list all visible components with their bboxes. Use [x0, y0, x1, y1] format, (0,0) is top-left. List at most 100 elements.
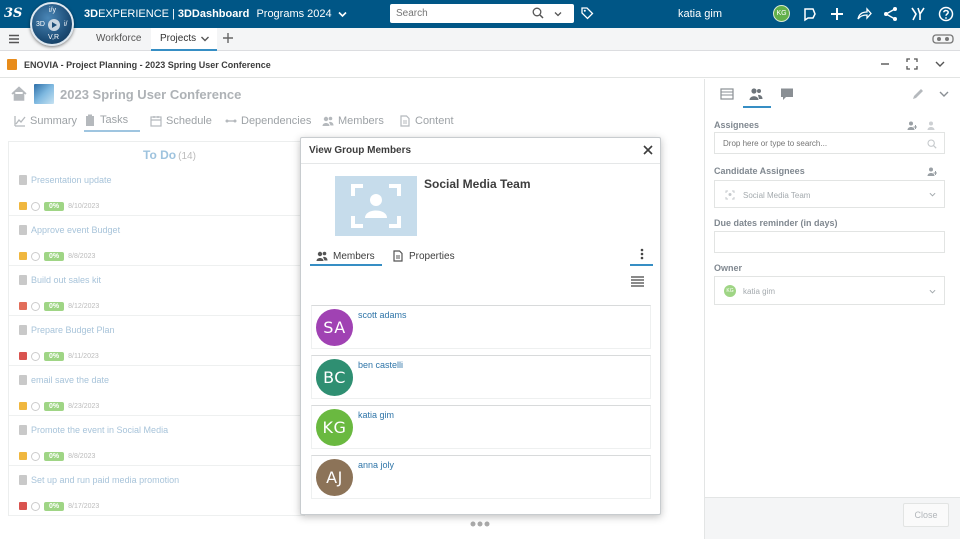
- owner-field[interactable]: KG katia gim: [714, 276, 945, 305]
- clipboard-icon: [86, 114, 94, 126]
- dashboard-rest: Dashboard: [191, 8, 250, 20]
- tab-dependencies-label: Dependencies: [241, 115, 312, 127]
- compass-button[interactable]: i/y 3D i/ V,R: [30, 2, 74, 46]
- table-icon[interactable]: [720, 87, 734, 101]
- search-box[interactable]: [390, 4, 574, 23]
- edit-icon[interactable]: [911, 87, 925, 101]
- tab-group-members[interactable]: Members: [316, 246, 375, 266]
- task-card[interactable]: Build out sales kit 0% 8/12/2023: [9, 266, 305, 316]
- member-name[interactable]: katia gim: [358, 410, 394, 420]
- chevron-down-icon[interactable]: [929, 191, 936, 198]
- more-options-icon[interactable]: [636, 247, 648, 261]
- remove-person-icon[interactable]: [927, 121, 937, 130]
- search-icon[interactable]: [927, 139, 937, 149]
- member-name[interactable]: anna joly: [358, 460, 394, 470]
- close-icon[interactable]: [642, 144, 654, 156]
- assignees-field[interactable]: [714, 132, 945, 154]
- due-reminder-field[interactable]: [714, 231, 945, 253]
- group-thumbnail: [335, 176, 417, 236]
- people-icon: [316, 251, 328, 261]
- task-title[interactable]: Prepare Budget Plan: [31, 325, 115, 335]
- home-icon[interactable]: [11, 86, 27, 101]
- apps-tools-icon[interactable]: [910, 6, 926, 22]
- search-icon[interactable]: [532, 7, 544, 19]
- vr-glasses-icon[interactable]: [932, 33, 954, 45]
- due-reminder-label: Due dates reminder (in days): [714, 218, 838, 228]
- share-arrow-icon[interactable]: [856, 6, 872, 22]
- member-name[interactable]: ben castelli: [358, 360, 403, 370]
- task-title[interactable]: email save the date: [31, 375, 109, 385]
- task-status-icon: [19, 452, 27, 460]
- task-title[interactable]: Set up and run paid media promotion: [31, 475, 179, 485]
- member-name[interactable]: scott adams: [358, 310, 407, 320]
- task-card[interactable]: Prepare Budget Plan 0% 8/11/2023: [9, 316, 305, 366]
- user-avatar[interactable]: KG: [773, 5, 790, 22]
- tab-dependencies[interactable]: Dependencies: [225, 110, 311, 132]
- link-icon: [225, 119, 237, 123]
- hamburger-menu-icon[interactable]: [8, 33, 20, 45]
- tab-schedule[interactable]: Schedule: [150, 110, 212, 132]
- task-card[interactable]: email save the date 0% 8/23/2023: [9, 366, 305, 416]
- candidate-assignees-field[interactable]: Social Media Team: [714, 180, 945, 208]
- assignees-search-input[interactable]: [723, 139, 913, 148]
- compass-label-top: i/y: [49, 7, 56, 14]
- tab-tasks[interactable]: Tasks: [84, 110, 140, 132]
- chat-icon[interactable]: [780, 87, 794, 101]
- tab-workforce[interactable]: Workforce: [96, 33, 141, 44]
- task-card[interactable]: Set up and run paid media promotion 0% 8/1…: [9, 466, 305, 516]
- tab-group-properties-label: Properties: [409, 250, 455, 262]
- network-share-icon[interactable]: [883, 6, 899, 22]
- tab-summary[interactable]: Summary: [14, 110, 77, 132]
- tab-group-properties[interactable]: Properties: [392, 246, 455, 266]
- task-icon: [19, 475, 27, 485]
- play-icon[interactable]: [48, 19, 60, 31]
- tab-content[interactable]: Content: [399, 110, 454, 132]
- add-person-icon[interactable]: [907, 121, 917, 130]
- add-tab-icon[interactable]: [222, 32, 234, 44]
- chevron-down-icon[interactable]: [553, 9, 563, 19]
- task-title[interactable]: Build out sales kit: [31, 275, 101, 285]
- tab-projects-label: Projects: [160, 33, 197, 44]
- dashboard-name[interactable]: Programs 2024: [256, 8, 331, 20]
- drag-handle-icon[interactable]: [470, 520, 490, 528]
- member-row[interactable]: AJ anna joly: [311, 455, 651, 499]
- close-button[interactable]: Close: [903, 503, 949, 527]
- member-row[interactable]: BC ben castelli: [311, 355, 651, 399]
- member-row[interactable]: KG katia gim: [311, 405, 651, 449]
- chevron-down-icon[interactable]: [929, 288, 936, 295]
- todo-heading-label: To Do: [143, 148, 177, 162]
- task-title[interactable]: Presentation update: [31, 175, 112, 185]
- help-icon[interactable]: [938, 6, 954, 22]
- due-reminder-input[interactable]: [723, 238, 913, 247]
- chevron-down-icon[interactable]: [338, 11, 347, 18]
- tag-icon[interactable]: [580, 6, 594, 20]
- task-title[interactable]: Approve event Budget: [31, 225, 120, 235]
- task-icon: [19, 175, 27, 185]
- enovia-app-icon: [7, 59, 17, 70]
- plus-icon[interactable]: [829, 6, 845, 22]
- task-icon: [19, 325, 27, 335]
- list-view-icon[interactable]: [630, 275, 645, 289]
- people-icon[interactable]: [749, 87, 763, 101]
- task-card[interactable]: Promote the event in Social Media 0% 8/8/2…: [9, 416, 305, 466]
- tab-tasks-label: Tasks: [100, 114, 129, 126]
- panel-tab-bar: [705, 79, 960, 110]
- chevron-down-icon[interactable]: [934, 58, 946, 70]
- chevron-down-icon[interactable]: [200, 35, 210, 43]
- search-input[interactable]: [396, 8, 526, 19]
- tab-members[interactable]: Members: [322, 110, 384, 132]
- app-path-title: ENOVIA - Project Planning - 2023 Spring …: [24, 60, 271, 70]
- add-person-icon[interactable]: [927, 167, 937, 176]
- maximize-icon[interactable]: [906, 58, 918, 70]
- clock-icon: [31, 301, 40, 311]
- task-meta: 0% 8/17/2023: [19, 500, 99, 512]
- task-title[interactable]: Promote the event in Social Media: [31, 425, 168, 435]
- user-name[interactable]: katia gim: [678, 8, 722, 20]
- member-row[interactable]: SA scott adams: [311, 305, 651, 349]
- task-card[interactable]: Approve event Budget 0% 8/8/2023: [9, 216, 305, 266]
- chat-bubble-icon[interactable]: [802, 6, 818, 22]
- minimize-icon[interactable]: [879, 58, 891, 70]
- task-card[interactable]: Presentation update 0% 8/10/2023: [9, 166, 305, 216]
- chevron-down-icon[interactable]: [937, 87, 951, 101]
- compass-label-bottom: V,R: [48, 34, 60, 41]
